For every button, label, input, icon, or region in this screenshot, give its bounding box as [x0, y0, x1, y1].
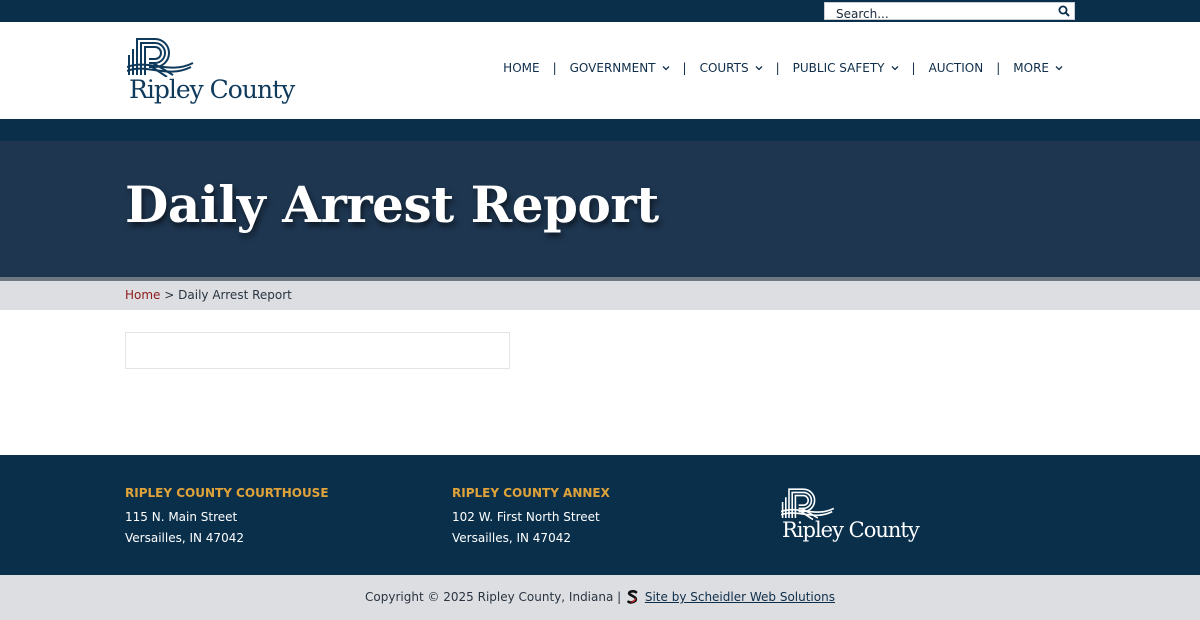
- footer-annex-city: Versailles, IN 47042: [452, 531, 571, 545]
- logo-text: Ripley County: [129, 75, 295, 104]
- search-box: [824, 2, 1075, 22]
- site-header: Ripley County HOME | GOVERNMENT | COURTS…: [0, 22, 1200, 119]
- footer-annex: RIPLEY COUNTY ANNEX 102 W. First North S…: [452, 486, 610, 549]
- nav-public-safety[interactable]: PUBLIC SAFETY: [793, 61, 899, 75]
- nav-separator: |: [552, 61, 557, 75]
- page-hero: Daily Arrest Report: [0, 141, 1200, 277]
- ripley-logo-mark-icon: [127, 38, 194, 77]
- nav-separator: |: [911, 61, 916, 75]
- nav-more[interactable]: MORE: [1013, 61, 1063, 75]
- nav-separator: |: [996, 61, 1001, 75]
- chevron-down-icon: [1055, 66, 1063, 71]
- chevron-down-icon: [662, 66, 669, 71]
- nav-auction[interactable]: AUCTION: [929, 61, 984, 75]
- search-icon[interactable]: [1058, 5, 1070, 17]
- footer-courthouse-title: RIPLEY COUNTY COURTHOUSE: [125, 486, 329, 500]
- nav-home-label: HOME: [503, 61, 540, 75]
- nav-separator: |: [682, 61, 687, 75]
- report-content-box: [125, 332, 510, 369]
- scheidler-credit-link[interactable]: Site by Scheidler Web Solutions: [645, 590, 835, 604]
- nav-more-label: MORE: [1013, 61, 1049, 75]
- footer-courthouse-city: Versailles, IN 47042: [125, 531, 244, 545]
- nav-home[interactable]: HOME: [503, 61, 539, 75]
- scheidler-s-icon: [627, 590, 638, 604]
- copyright-bar: Copyright © 2025 Ripley County, Indiana …: [0, 575, 1200, 620]
- footer-annex-title: RIPLEY COUNTY ANNEX: [452, 486, 610, 500]
- nav-government-label: GOVERNMENT: [569, 61, 656, 75]
- breadcrumb-current: Daily Arrest Report: [178, 288, 292, 302]
- breadcrumb-home-link[interactable]: Home: [125, 288, 160, 302]
- chevron-down-icon: [755, 66, 763, 71]
- ripley-logo-mark-icon: [781, 488, 835, 520]
- header-strip: [0, 119, 1200, 141]
- footer-annex-street: 102 W. First North Street: [452, 510, 600, 524]
- footer-courthouse-street: 115 N. Main Street: [125, 510, 238, 524]
- footer-logo[interactable]: Ripley County: [781, 484, 921, 548]
- breadcrumb: Home > Daily Arrest Report: [0, 281, 1200, 310]
- top-bar: [0, 0, 1200, 22]
- nav-courts-label: COURTS: [699, 61, 749, 75]
- copyright-text: Copyright © 2025 Ripley County, Indiana …: [365, 590, 622, 604]
- nav-government[interactable]: GOVERNMENT: [570, 61, 670, 75]
- site-footer: RIPLEY COUNTY COURTHOUSE 115 N. Main Str…: [0, 455, 1200, 575]
- nav-separator: |: [775, 61, 780, 75]
- chevron-down-icon: [891, 66, 898, 71]
- footer-courthouse: RIPLEY COUNTY COURTHOUSE 115 N. Main Str…: [125, 486, 329, 549]
- footer-logo-text: Ripley County: [782, 518, 920, 542]
- nav-auction-label: AUCTION: [928, 61, 984, 75]
- breadcrumb-separator: >: [164, 288, 175, 302]
- nav-courts[interactable]: COURTS: [700, 61, 763, 75]
- search-input[interactable]: [825, 6, 1050, 22]
- main-nav: HOME | GOVERNMENT | COURTS | PUBLIC SAFE…: [503, 58, 1063, 78]
- nav-public-safety-label: PUBLIC SAFETY: [792, 61, 885, 75]
- site-logo[interactable]: Ripley County: [127, 33, 295, 109]
- page-title: Daily Arrest Report: [125, 175, 659, 234]
